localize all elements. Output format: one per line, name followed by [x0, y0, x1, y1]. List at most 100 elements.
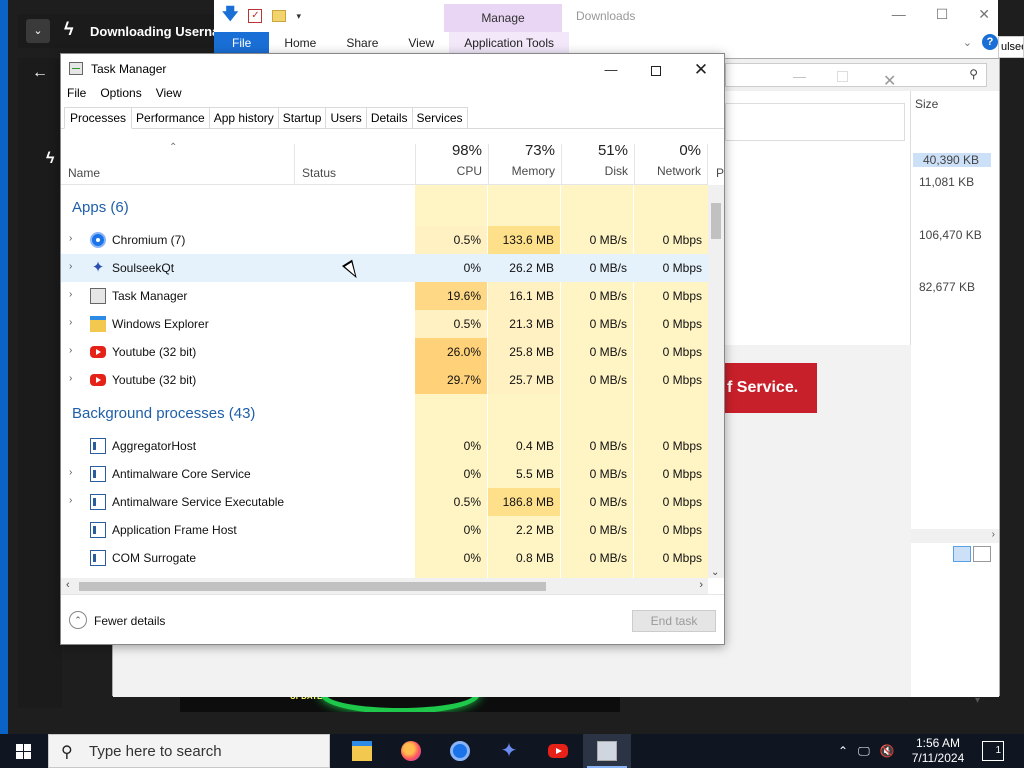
maximize-icon[interactable]	[837, 71, 848, 82]
file-size-value[interactable]: 82,677 KB	[919, 280, 975, 294]
taskbar-app-chromium[interactable]	[436, 734, 484, 768]
chevron-down-icon[interactable]: ⌄	[26, 19, 50, 43]
tab-performance[interactable]: Performance	[132, 107, 210, 129]
group-header-apps[interactable]: Apps (6)	[72, 199, 129, 216]
maximize-icon[interactable]: ☐	[936, 6, 949, 23]
properties-check-icon[interactable]: ✓	[248, 9, 263, 23]
column-header-network[interactable]: 0% Network	[629, 142, 701, 178]
horizontal-scrollbar[interactable]: ‹ ›	[61, 578, 708, 594]
customize-dropdown-icon[interactable]: ▾	[296, 11, 301, 22]
scroll-right-icon[interactable]: ›	[699, 579, 703, 591]
taskbar-app-youtube[interactable]	[534, 734, 582, 768]
collapse-chevron-icon[interactable]: ⌃	[69, 611, 87, 629]
manage-context-tab[interactable]: Manage	[444, 4, 562, 32]
network-icon[interactable]: 🖵	[858, 744, 870, 759]
back-arrow-icon[interactable]: ←	[32, 64, 48, 82]
process-row[interactable]: › Youtube (32 bit) 26.0% 25.8 MB 0 MB/s 0 Mbp…	[61, 338, 708, 366]
scroll-left-icon[interactable]: ‹	[66, 579, 70, 591]
details-view-icon[interactable]	[953, 546, 971, 562]
expand-chevron-icon[interactable]: ›	[69, 467, 72, 478]
search-box[interactable]: ⚲	[725, 63, 987, 87]
process-row[interactable]: COM Surrogate 0% 0.8 MB 0 MB/s 0 Mbps	[61, 544, 708, 572]
help-icon[interactable]: ?	[982, 34, 998, 50]
expand-chevron-icon[interactable]: ›	[69, 261, 72, 272]
tab-startup[interactable]: Startup	[278, 107, 327, 129]
tab-users[interactable]: Users	[326, 107, 367, 129]
scroll-right-icon[interactable]: ›	[992, 529, 995, 540]
start-button[interactable]	[0, 734, 48, 768]
maximize-button[interactable]	[633, 58, 679, 82]
process-row[interactable]: › Windows Explorer 0.5% 21.3 MB 0 MB/s 0 Mbps	[61, 310, 708, 338]
taskbar-app-soulseek[interactable]: ✦	[485, 734, 533, 768]
show-hidden-icons-icon[interactable]: ⌃	[838, 744, 848, 758]
terms-of-service-banner[interactable]: f Service.	[725, 363, 817, 413]
size-column-header[interactable]: Size	[915, 97, 938, 111]
taskbar-app-task-manager[interactable]	[583, 734, 631, 768]
tab-services[interactable]: Services	[412, 107, 468, 129]
taskbar-app-firefox[interactable]	[387, 734, 435, 768]
close-icon[interactable]: ✕	[883, 71, 896, 91]
group-header-background[interactable]: Background processes (43)	[72, 405, 255, 422]
fewer-details-link[interactable]: Fewer details	[94, 614, 165, 628]
expand-chevron-icon[interactable]: ›	[69, 495, 72, 506]
ribbon-tab-application-tools[interactable]: Application Tools	[449, 32, 570, 54]
download-arrow-icon[interactable]: 🡇	[222, 3, 238, 30]
menu-file[interactable]: File	[67, 86, 86, 100]
process-row[interactable]: Application Frame Host 0% 2.2 MB 0 MB/s 0 Mb…	[61, 516, 708, 544]
process-row[interactable]: › Chromium (7) 0.5% 133.6 MB 0 MB/s 0 Mbps	[61, 226, 708, 254]
close-button[interactable]: ✕	[678, 58, 724, 82]
volume-muted-icon[interactable]: 🔇	[880, 744, 895, 758]
expand-chevron-icon[interactable]: ›	[69, 289, 72, 300]
scrollbar-thumb[interactable]	[79, 582, 546, 591]
ribbon-tab-file[interactable]: File	[214, 32, 270, 54]
process-row[interactable]: › Antimalware Core Service 0% 5.5 MB 0 MB/s 0…	[61, 460, 708, 488]
file-size-value[interactable]: 11,081 KB	[919, 175, 974, 189]
scroll-down-icon[interactable]: ⌄	[711, 567, 719, 578]
menu-options[interactable]: Options	[100, 86, 141, 100]
large-icons-view-icon[interactable]	[973, 546, 991, 562]
column-header-status[interactable]: Status	[302, 166, 336, 180]
ribbon-tab-share[interactable]: Share	[331, 32, 393, 54]
expand-chevron-icon[interactable]: ›	[69, 373, 72, 384]
tab-processes[interactable]: Processes	[64, 107, 133, 129]
minimize-button[interactable]: —	[588, 58, 634, 82]
notification-center-icon[interactable]: 1	[982, 741, 1004, 761]
column-header-name[interactable]: Name	[68, 166, 100, 180]
tab-details[interactable]: Details	[366, 107, 413, 129]
task-manager-titlebar[interactable]: Task Manager — ✕	[61, 54, 724, 84]
scroll-down-icon[interactable]: ▾	[975, 695, 980, 706]
taskbar-app-file-explorer[interactable]	[338, 734, 386, 768]
column-header-cpu[interactable]: 98% CPU	[410, 142, 482, 178]
new-folder-icon[interactable]	[272, 10, 287, 22]
process-row[interactable]: › Youtube (32 bit) 29.7% 25.7 MB 0 MB/s 0 Mbp…	[61, 366, 708, 394]
address-bar-fragment[interactable]: ulseek	[998, 36, 1024, 58]
column-header-memory[interactable]: 73% Memory	[483, 142, 555, 178]
tab-app-history[interactable]: App history	[209, 107, 279, 129]
expand-chevron-icon[interactable]: ›	[69, 345, 72, 356]
vertical-scrollbar[interactable]: ⌄	[708, 185, 724, 578]
column-header-disk[interactable]: 51% Disk	[556, 142, 628, 178]
menu-view[interactable]: View	[156, 86, 182, 100]
expand-chevron-icon[interactable]: ›	[69, 233, 72, 244]
file-size-value[interactable]: 106,470 KB	[919, 228, 982, 242]
minimize-icon[interactable]: —	[793, 69, 806, 84]
column-divider[interactable]	[707, 144, 708, 184]
process-row[interactable]: AggregatorHost 0% 0.4 MB 0 MB/s 0 Mbps	[61, 432, 708, 460]
process-row[interactable]: › ✦ SoulseekQt 0% 26.2 MB 0 MB/s 0 Mbps	[61, 254, 708, 282]
expand-chevron-icon[interactable]: ›	[69, 317, 72, 328]
ribbon-tab-home[interactable]: Home	[269, 32, 331, 54]
taskbar-search[interactable]: ⚲ Type here to search	[48, 734, 330, 768]
process-row[interactable]: › Task Manager 19.6% 16.1 MB 0 MB/s 0 Mbps	[61, 282, 708, 310]
file-size-value[interactable]: 40,390 KB	[913, 153, 991, 167]
column-header-power[interactable]: P	[716, 166, 724, 180]
scrollbar-thumb[interactable]	[711, 203, 721, 239]
expand-ribbon-icon[interactable]: ⌄	[963, 36, 972, 49]
process-row[interactable]: › Antimalware Service Executable 0.5% 186.8…	[61, 488, 708, 516]
clock[interactable]: 1:56 AM 7/11/2024	[902, 736, 974, 766]
end-task-button[interactable]: End task	[632, 610, 716, 632]
minimize-icon[interactable]: —	[892, 6, 906, 23]
horizontal-scrollbar[interactable]: ›	[911, 529, 999, 543]
close-icon[interactable]: ✕	[978, 6, 990, 23]
ribbon-tab-view[interactable]: View	[393, 32, 449, 54]
column-divider[interactable]	[294, 144, 295, 184]
